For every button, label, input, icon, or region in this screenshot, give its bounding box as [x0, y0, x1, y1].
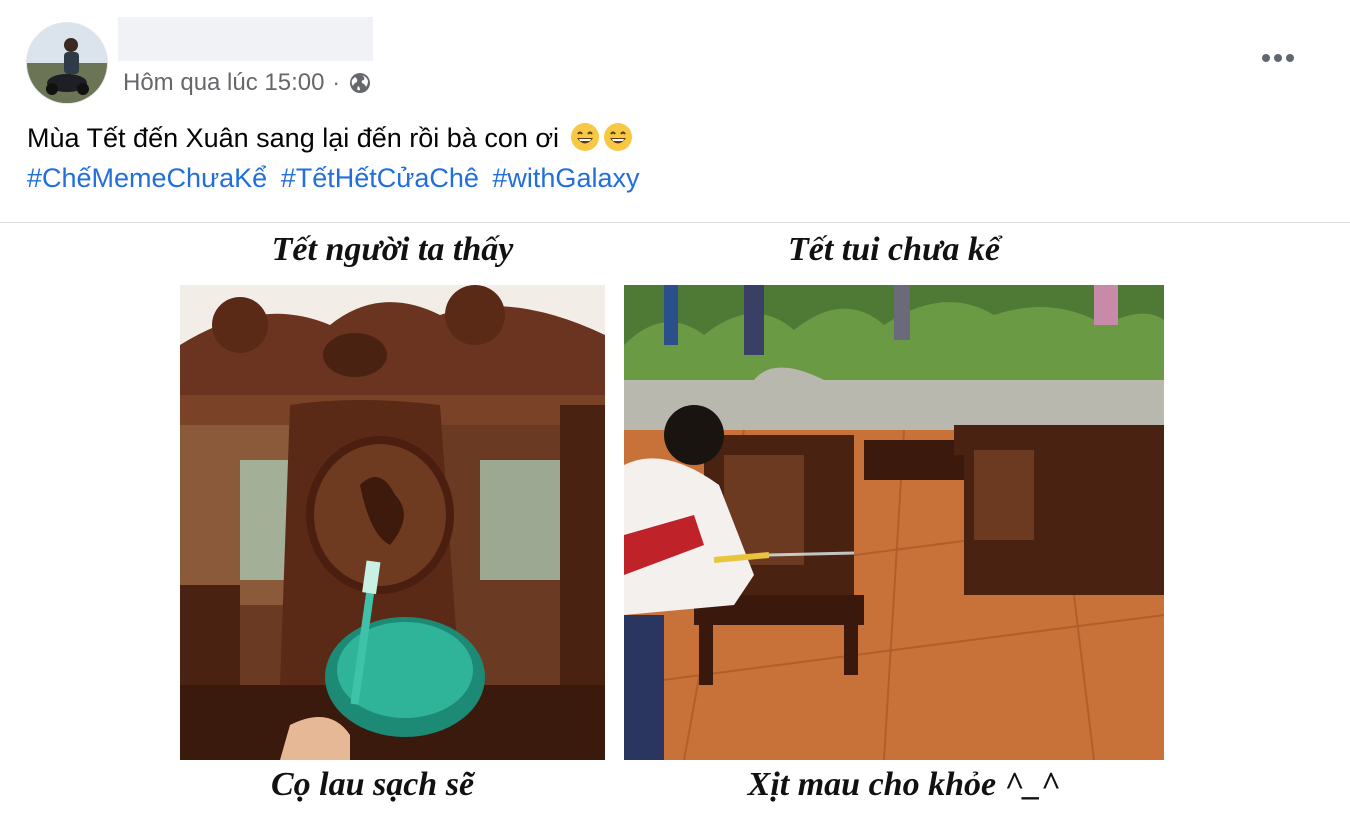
photo-chair-brush	[180, 285, 605, 760]
hashtag-link[interactable]: #withGalaxy	[492, 163, 639, 193]
hashtag-link[interactable]: #ChếMemeChưaKể	[27, 163, 267, 193]
facebook-post: Hôm qua lúc 15:00 · Mùa Tết đến Xuân san…	[0, 0, 1350, 814]
author-avatar[interactable]	[26, 22, 108, 104]
timestamp[interactable]: Hôm qua lúc 15:00	[123, 69, 324, 97]
meme-left-title: Tết người ta thấy	[271, 231, 514, 268]
hashtag-link[interactable]: #TếtHếtCửaChê	[281, 163, 479, 193]
post-meta: Hôm qua lúc 15:00 ·	[123, 68, 372, 98]
globe-icon[interactable]	[348, 71, 372, 95]
post-text-content: Mùa Tết đến Xuân sang lại đến rồi bà con…	[27, 123, 560, 153]
author-name-redacted[interactable]	[118, 17, 373, 61]
post-image[interactable]: Tết người ta thấy Tết tui chưa kể Cọ lau…	[0, 223, 1350, 814]
meme-right-title: Tết tui chưa kể	[787, 231, 1001, 268]
meme-right-caption: Xịt mau cho khỏe ^_^	[747, 766, 1061, 803]
meta-separator: ·	[332, 70, 340, 95]
grinning-face-icon	[570, 122, 600, 152]
hashtag-list: #ChếMemeChưaKể #TếtHếtCửaChê #withGalaxy	[27, 160, 645, 196]
more-horizontal-icon	[1262, 54, 1270, 62]
grinning-face-icon	[603, 122, 633, 152]
photo-spraying-chairs	[624, 285, 1164, 760]
meme-left-caption: Cọ lau sạch sẽ	[270, 766, 475, 803]
post-text: Mùa Tết đến Xuân sang lại đến rồi bà con…	[27, 120, 633, 156]
more-options-button[interactable]	[1258, 38, 1298, 78]
